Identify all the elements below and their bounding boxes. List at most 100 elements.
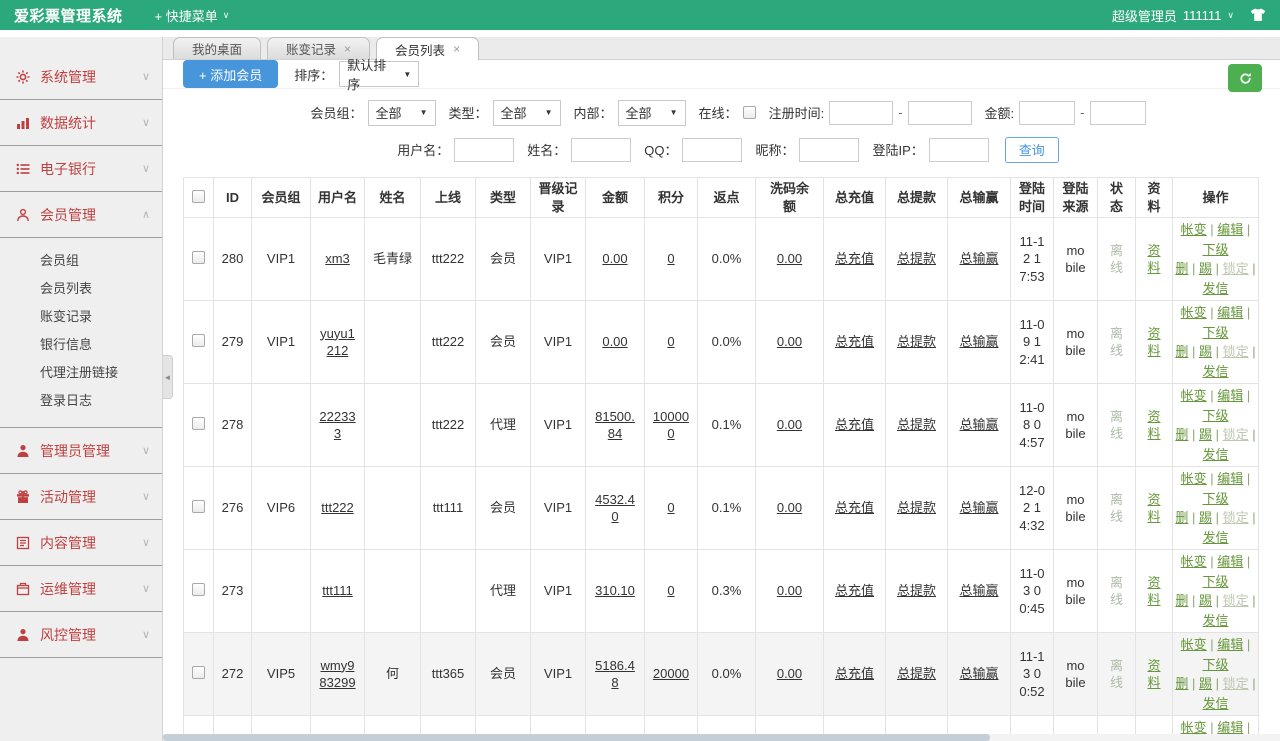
wash-balance-link[interactable]: 0.00 bbox=[777, 334, 802, 349]
name-input[interactable] bbox=[571, 138, 631, 162]
op-account-change-link[interactable]: 帐变 bbox=[1181, 720, 1207, 735]
op-lock-link[interactable]: 锁定 bbox=[1223, 261, 1249, 276]
op-subordinate-link[interactable]: 下级 bbox=[1202, 574, 1228, 589]
profile-link[interactable]: 资料 bbox=[1147, 575, 1160, 608]
profile-link[interactable]: 资料 bbox=[1147, 409, 1160, 442]
wash-balance-link[interactable]: 0.00 bbox=[777, 583, 802, 598]
username-link[interactable]: wmy983299 bbox=[319, 658, 355, 691]
op-lock-link[interactable]: 锁定 bbox=[1223, 510, 1249, 525]
tab-my-desktop[interactable]: 我的桌面 bbox=[173, 37, 261, 59]
amount-link[interactable]: 310.10 bbox=[595, 583, 635, 598]
amount-to-input[interactable] bbox=[1090, 101, 1146, 125]
total-withdraw-link[interactable]: 总提款 bbox=[897, 334, 936, 349]
select-all-checkbox[interactable] bbox=[192, 190, 205, 203]
op-edit-link[interactable]: 编辑 bbox=[1217, 720, 1243, 735]
op-delete-link[interactable]: 删 bbox=[1175, 593, 1188, 608]
op-send-message-link[interactable]: 发信 bbox=[1202, 447, 1228, 462]
total-withdraw-link[interactable]: 总提款 bbox=[897, 417, 936, 432]
points-link[interactable]: 20000 bbox=[653, 666, 689, 681]
total-winloss-link[interactable]: 总输赢 bbox=[959, 583, 998, 598]
profile-link[interactable]: 资料 bbox=[1147, 658, 1160, 691]
total-withdraw-link[interactable]: 总提款 bbox=[897, 666, 936, 681]
internal-filter-select[interactable]: 全部 ▼ bbox=[618, 100, 686, 126]
sidebar-subitem-account-changes[interactable]: 账变记录 bbox=[0, 303, 162, 331]
username-link[interactable]: 222333 bbox=[319, 409, 355, 442]
sidebar-item-ops[interactable]: 运维管理∨ bbox=[0, 566, 162, 612]
row-checkbox[interactable] bbox=[192, 500, 205, 513]
op-delete-link[interactable]: 删 bbox=[1175, 676, 1188, 691]
op-kick-link[interactable]: 踢 bbox=[1199, 427, 1212, 442]
op-lock-link[interactable]: 锁定 bbox=[1223, 593, 1249, 608]
sort-select[interactable]: 默认排序 ▼ bbox=[339, 61, 419, 87]
sidebar-subitem-login-logs[interactable]: 登录日志 bbox=[0, 387, 162, 415]
amount-from-input[interactable] bbox=[1019, 101, 1075, 125]
wash-balance-link[interactable]: 0.00 bbox=[777, 500, 802, 515]
op-kick-link[interactable]: 踢 bbox=[1199, 676, 1212, 691]
points-link[interactable]: 100000 bbox=[653, 409, 689, 442]
total-deposit-link[interactable]: 总充值 bbox=[835, 500, 874, 515]
user-menu[interactable]: 超级管理员 111111 ∨ bbox=[1112, 6, 1234, 25]
amount-link[interactable]: 4532.40 bbox=[595, 492, 635, 525]
sidebar-subitem-agent-reg-link[interactable]: 代理注册链接 bbox=[0, 359, 162, 387]
wash-balance-link[interactable]: 0.00 bbox=[777, 666, 802, 681]
reg-time-to-input[interactable] bbox=[908, 101, 972, 125]
profile-link[interactable]: 资料 bbox=[1147, 326, 1160, 359]
row-checkbox[interactable] bbox=[192, 417, 205, 430]
op-send-message-link[interactable]: 发信 bbox=[1202, 613, 1228, 628]
op-edit-link[interactable]: 编辑 bbox=[1217, 305, 1243, 320]
close-icon[interactable]: × bbox=[344, 42, 351, 56]
op-subordinate-link[interactable]: 下级 bbox=[1202, 657, 1228, 672]
total-deposit-link[interactable]: 总充值 bbox=[835, 251, 874, 266]
total-withdraw-link[interactable]: 总提款 bbox=[897, 251, 936, 266]
total-deposit-link[interactable]: 总充值 bbox=[835, 583, 874, 598]
username-link[interactable]: xm3 bbox=[325, 251, 350, 266]
amount-link[interactable]: 0.00 bbox=[602, 334, 627, 349]
op-edit-link[interactable]: 编辑 bbox=[1217, 554, 1243, 569]
online-checkbox[interactable] bbox=[743, 106, 756, 119]
total-deposit-link[interactable]: 总充值 bbox=[835, 334, 874, 349]
points-link[interactable]: 0 bbox=[667, 500, 674, 515]
op-edit-link[interactable]: 编辑 bbox=[1217, 222, 1243, 237]
sidebar-item-ebank[interactable]: 电子银行∨ bbox=[0, 146, 162, 192]
sidebar-item-system[interactable]: 系统管理∨ bbox=[0, 54, 162, 100]
username-link[interactable]: ttt111 bbox=[322, 583, 353, 598]
close-icon[interactable]: × bbox=[453, 42, 460, 56]
amount-link[interactable]: 5186.48 bbox=[595, 658, 635, 691]
op-account-change-link[interactable]: 帐变 bbox=[1181, 222, 1207, 237]
op-delete-link[interactable]: 删 bbox=[1175, 344, 1188, 359]
op-send-message-link[interactable]: 发信 bbox=[1202, 364, 1228, 379]
op-kick-link[interactable]: 踢 bbox=[1199, 261, 1212, 276]
nick-input[interactable] bbox=[799, 138, 859, 162]
op-send-message-link[interactable]: 发信 bbox=[1202, 530, 1228, 545]
reg-time-from-input[interactable] bbox=[829, 101, 893, 125]
total-winloss-link[interactable]: 总输赢 bbox=[959, 251, 998, 266]
op-edit-link[interactable]: 编辑 bbox=[1217, 388, 1243, 403]
sidebar-item-admins[interactable]: 管理员管理∨ bbox=[0, 428, 162, 474]
amount-link[interactable]: 0.00 bbox=[602, 251, 627, 266]
sidebar-subitem-member-list[interactable]: 会员列表 bbox=[0, 275, 162, 303]
op-send-message-link[interactable]: 发信 bbox=[1202, 281, 1228, 296]
points-link[interactable]: 0 bbox=[667, 583, 674, 598]
op-account-change-link[interactable]: 帐变 bbox=[1181, 554, 1207, 569]
op-account-change-link[interactable]: 帐变 bbox=[1181, 471, 1207, 486]
row-checkbox[interactable] bbox=[192, 583, 205, 596]
op-delete-link[interactable]: 删 bbox=[1175, 427, 1188, 442]
op-delete-link[interactable]: 删 bbox=[1175, 261, 1188, 276]
query-button[interactable]: 查询 bbox=[1005, 137, 1059, 163]
row-checkbox[interactable] bbox=[192, 334, 205, 347]
points-link[interactable]: 0 bbox=[667, 334, 674, 349]
total-winloss-link[interactable]: 总输赢 bbox=[959, 666, 998, 681]
op-kick-link[interactable]: 踢 bbox=[1199, 344, 1212, 359]
sidebar-item-risk[interactable]: 风控管理∨ bbox=[0, 612, 162, 658]
op-edit-link[interactable]: 编辑 bbox=[1217, 471, 1243, 486]
op-account-change-link[interactable]: 帐变 bbox=[1181, 637, 1207, 652]
op-kick-link[interactable]: 踢 bbox=[1199, 510, 1212, 525]
login-ip-input[interactable] bbox=[929, 138, 989, 162]
total-withdraw-link[interactable]: 总提款 bbox=[897, 583, 936, 598]
username-link[interactable]: ttt222 bbox=[321, 500, 354, 515]
sidebar-item-content[interactable]: 内容管理∨ bbox=[0, 520, 162, 566]
sidebar-subitem-bank-info[interactable]: 银行信息 bbox=[0, 331, 162, 359]
points-link[interactable]: 0 bbox=[667, 251, 674, 266]
op-subordinate-link[interactable]: 下级 bbox=[1202, 408, 1228, 423]
row-checkbox[interactable] bbox=[192, 251, 205, 264]
